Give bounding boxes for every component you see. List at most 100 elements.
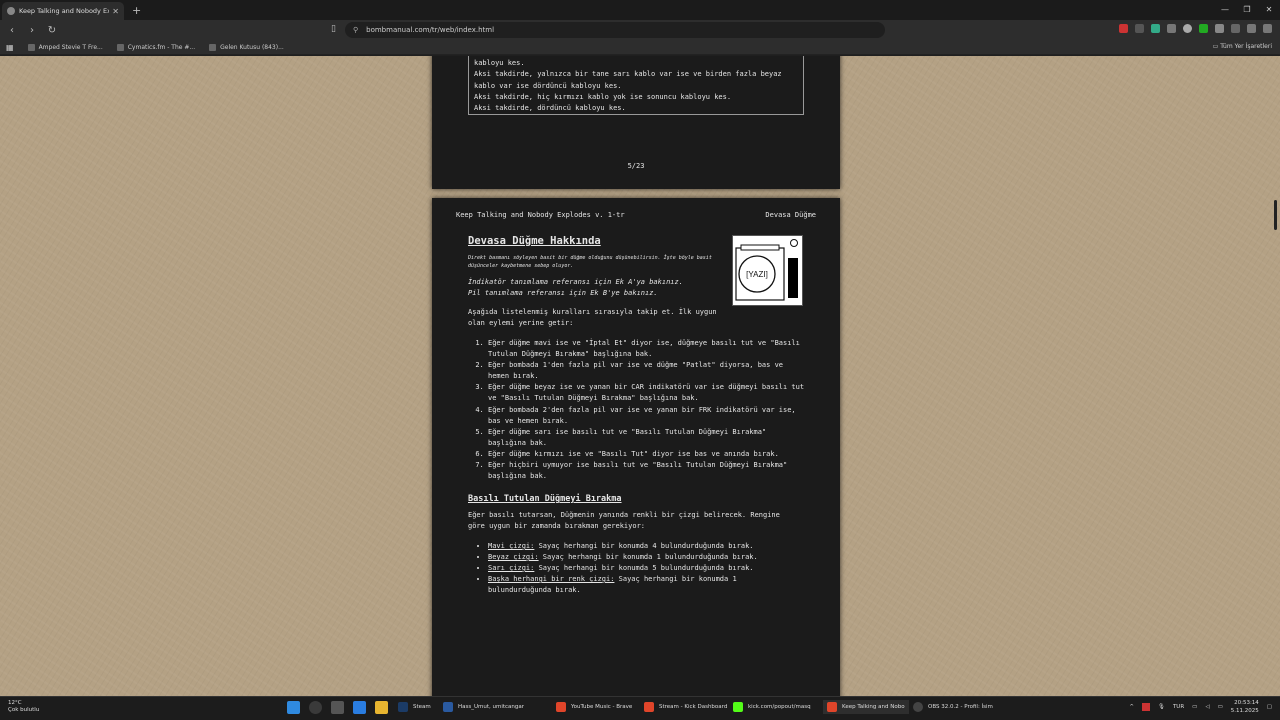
search-icon[interactable] <box>309 701 322 714</box>
file-explorer-icon[interactable] <box>375 701 388 714</box>
battery-reference: Pil tanımlama referansı için Ek B'ye bak… <box>468 289 658 297</box>
extension-icon[interactable] <box>1167 24 1176 33</box>
site-favicon-icon <box>7 7 15 15</box>
button-module-image: [YAZI] <box>732 235 803 306</box>
all-bookmarks[interactable]: ▭ Tüm Yer İşaretleri <box>1213 43 1272 50</box>
brave-icon <box>644 702 654 712</box>
weather-widget[interactable]: 12°C Çok bulutlu <box>8 700 39 714</box>
release-rule: Beyaz çizgi: Sayaç herhangi bir konumda … <box>488 552 798 563</box>
start-icon[interactable] <box>287 701 300 714</box>
tab-title: Keep Talking and Nobody Explode <box>19 7 110 15</box>
app-icon <box>443 702 453 712</box>
battery-icon[interactable]: ▭ <box>1218 704 1223 710</box>
notification-icon[interactable]: ▢ <box>1267 704 1272 710</box>
chevron-up-icon[interactable]: ^ <box>1129 704 1134 710</box>
menu-icon[interactable] <box>1263 24 1272 33</box>
task-view-icon[interactable] <box>331 701 344 714</box>
taskbar-app-hass[interactable]: Hass_Umut, umitcangar <box>443 702 524 712</box>
extension-icon[interactable] <box>1119 24 1128 33</box>
minimize-icon[interactable]: — <box>1214 0 1236 20</box>
rule-item: Eğer düğme sarı ise basılı tut ve "Basıl… <box>488 427 808 449</box>
network-icon[interactable]: ▭ <box>1192 704 1197 710</box>
browser-tab-strip: Keep Talking and Nobody Explode ✕ + — ❐ … <box>0 0 1280 20</box>
release-rule: Mavi çizgi: Sayaç herhangi bir konumda 4… <box>488 541 798 552</box>
bookmark-icon[interactable]: ▯ <box>331 24 336 34</box>
taskbar-app-keep-talking[interactable]: Keep Talking and Nobo <box>823 700 909 714</box>
rule-item: Eğer hiçbiri uymuyor ise basılı tut ve "… <box>488 460 808 482</box>
address-bar[interactable]: ⚲ bombmanual.com/tr/web/index.html <box>345 22 885 38</box>
table-line: Aksi takdirde, dördüncü kabloyu kes. <box>474 104 626 113</box>
brave-icon <box>827 702 837 712</box>
close-window-icon[interactable]: ✕ <box>1258 0 1280 20</box>
close-tab-icon[interactable]: ✕ <box>112 7 119 16</box>
forward-icon[interactable]: › <box>24 25 40 36</box>
rule-item: Eğer bombada 2'den fazla pil var ise ve … <box>488 405 808 427</box>
steam-icon <box>398 702 408 712</box>
rule-item: Eğer düğme mavi ise ve "İptal Et" diyor … <box>488 338 808 360</box>
clock[interactable]: 20:53:14 5.11.2025 <box>1231 699 1259 715</box>
window-controls: — ❐ ✕ <box>1214 0 1280 20</box>
apps-grid-icon[interactable]: ▦ <box>6 43 14 52</box>
url-text: bombmanual.com/tr/web/index.html <box>366 26 495 34</box>
pinned-icons <box>287 701 388 714</box>
scrollbar[interactable] <box>1273 60 1278 690</box>
music-icon[interactable] <box>1247 24 1256 33</box>
taskbar-app-youtube-music[interactable]: YouTube Music - Brave <box>556 702 632 712</box>
extension-icon[interactable] <box>1199 24 1208 33</box>
module-label: [YAZI] <box>746 270 768 279</box>
table-line: Aksi takdirde, hiç kırmızı kablo yok ise… <box>474 92 732 101</box>
sidebar-icon[interactable] <box>1231 24 1240 33</box>
rule-item: Eğer düğme beyaz ise ve yanan bir CAR in… <box>488 382 808 404</box>
widgets-icon[interactable] <box>353 701 366 714</box>
bookmark-favicon-icon <box>27 43 35 51</box>
reference-notes: İndikatör tanımlama referansı için Ek A'… <box>468 277 683 299</box>
extension-icon[interactable] <box>1135 24 1144 33</box>
button-module-icon: [YAZI] <box>735 239 798 301</box>
extension-icon[interactable] <box>1183 24 1192 33</box>
taskbar-app-steam[interactable]: Steam <box>398 702 431 712</box>
microphone-icon[interactable]: 🎙 <box>1158 704 1165 710</box>
table-line: kablo var ise dördüncü kabloyu kes. <box>474 81 622 90</box>
release-rule: Başka herhangi bir renk çizgi: Sayaç her… <box>488 574 798 596</box>
volume-icon[interactable]: ◁ <box>1205 704 1209 710</box>
indicator-reference: İndikatör tanımlama referansı için Ek A'… <box>468 278 683 286</box>
release-rule: Sarı çizgi: Sayaç herhangi bir konumda 5… <box>488 563 798 574</box>
page-header-right: Devasa Düğme <box>765 211 816 219</box>
taskbar-app-kick-dashboard[interactable]: Stream - Kick Dashboard <box>644 702 727 712</box>
table-line: Aksi takdirde, yalnızca bir tane sarı ka… <box>474 70 782 79</box>
rules-intro: Aşağıda listelenmiş kuralları sırasıyla … <box>468 308 717 327</box>
wire-rules-table: kabloyu kes. Aksi takdirde, yalnızca bir… <box>468 56 804 115</box>
release-rules-list: Mavi çizgi: Sayaç herhangi bir konumda 4… <box>488 541 798 596</box>
temperature: 12°C <box>8 700 22 706</box>
taskbar-app-obs[interactable]: OBS 32.0.2 - Profil: İsim <box>913 702 993 712</box>
language-indicator[interactable]: TUR <box>1173 704 1184 710</box>
tray-app-icon[interactable] <box>1141 703 1150 711</box>
site-info-icon[interactable]: ⚲ <box>353 26 358 34</box>
scrollbar-thumb[interactable] <box>1274 200 1277 230</box>
reload-icon[interactable]: ↻ <box>44 25 60 36</box>
puzzle-icon[interactable] <box>1215 24 1224 33</box>
bookmark-favicon-icon <box>209 43 217 51</box>
new-tab-button[interactable]: + <box>132 4 141 17</box>
bookmark-inbox[interactable]: Gelen Kutusu (843)... <box>209 43 284 51</box>
extension-icons <box>1119 24 1272 33</box>
shield-icon[interactable] <box>1151 24 1160 33</box>
section-title: Devasa Düğme Hakkında <box>468 235 601 247</box>
bookmark-cymatics[interactable]: Cymatics.fm - The #... <box>116 43 195 51</box>
table-line: kabloyu kes. <box>474 59 525 67</box>
bookmark-amped[interactable]: Amped Stevie T Fre... <box>27 43 103 51</box>
page-number: 5/23 <box>627 162 645 170</box>
restore-icon[interactable]: ❐ <box>1236 0 1258 20</box>
page-viewport[interactable]: kabloyu kes. Aksi takdirde, yalnızca bir… <box>0 56 1280 696</box>
navigation-bar: ‹ › ↻ ▯ ⚲ bombmanual.com/tr/web/index.ht… <box>0 20 1280 40</box>
rule-item: Eğer bombada 1'den fazla pil var ise ve … <box>488 360 808 382</box>
kick-icon <box>733 702 743 712</box>
flavor-text: Direkt basmanı söyleyen basit bir düğme … <box>468 255 712 269</box>
taskbar-app-kick-popout[interactable]: kick.com/popout/masq <box>733 702 811 712</box>
obs-icon <box>913 702 923 712</box>
tab-keep-talking[interactable]: Keep Talking and Nobody Explode ✕ <box>2 2 124 20</box>
page-header-left: Keep Talking and Nobody Explodes v. 1-tr <box>456 211 625 219</box>
bookmarks-bar: ▦ Amped Stevie T Fre... Cymatics.fm - Th… <box>0 40 1280 55</box>
brave-icon <box>556 702 566 712</box>
back-icon[interactable]: ‹ <box>4 25 20 36</box>
